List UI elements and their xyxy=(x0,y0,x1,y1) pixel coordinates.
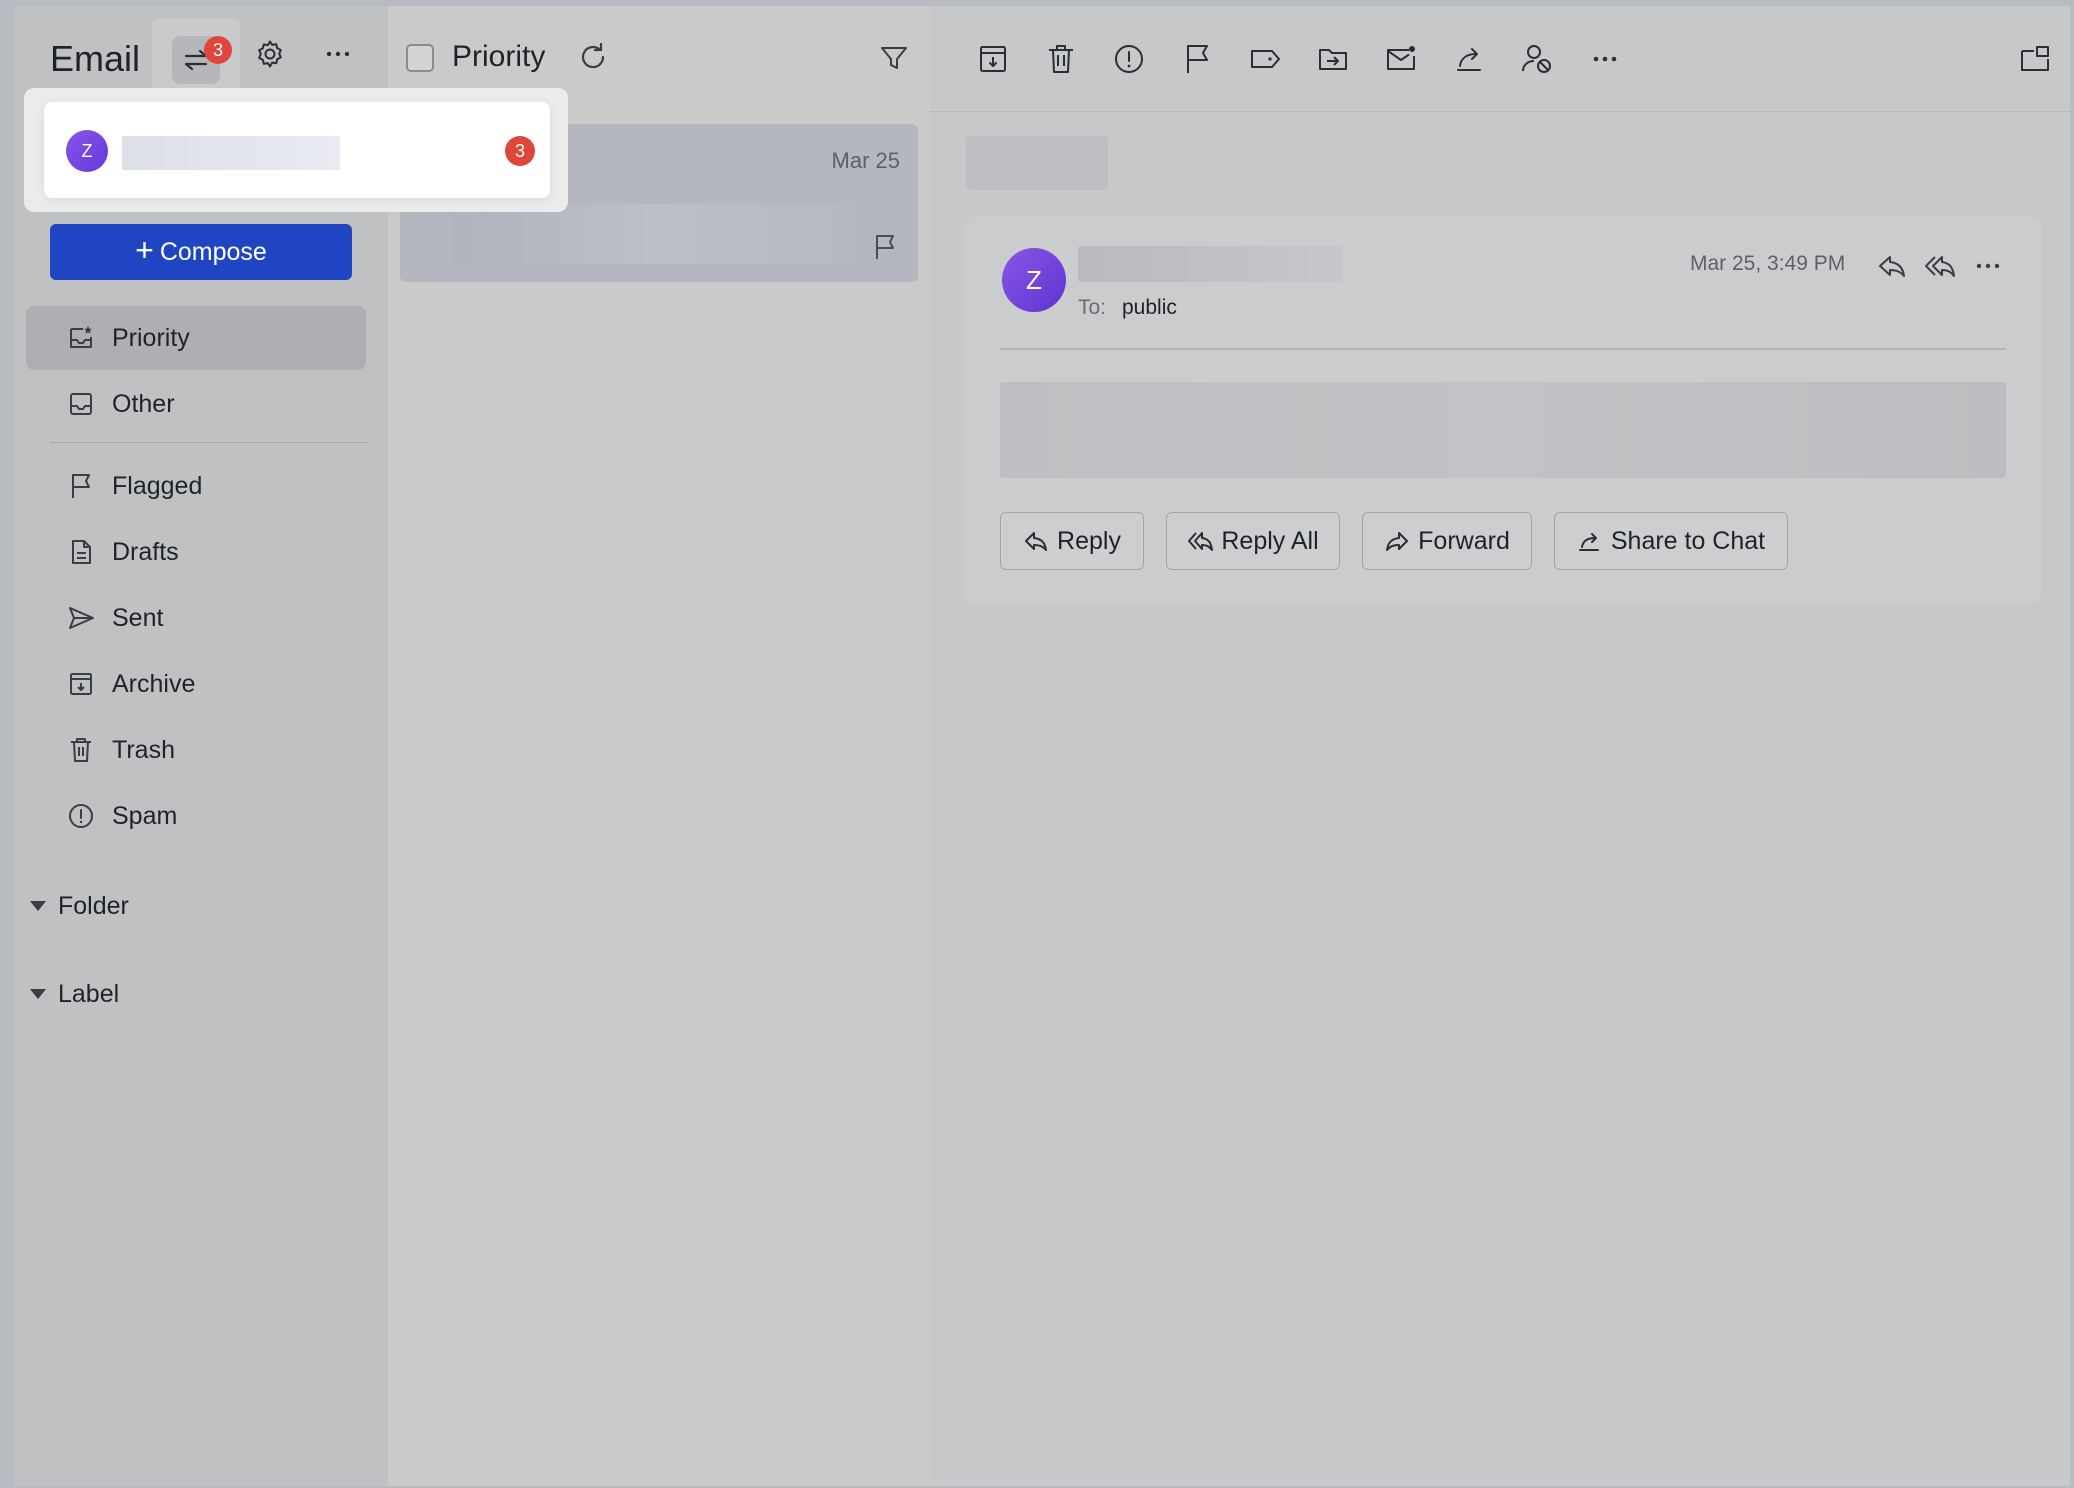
caret-down-icon xyxy=(30,989,46,999)
reading-pane: Z To: public Mar 25, 3:49 PM Reply Reply… xyxy=(930,6,2070,1486)
more-horizontal-icon[interactable] xyxy=(1588,42,1622,76)
archive-icon[interactable] xyxy=(976,42,1010,76)
reply-button[interactable]: Reply xyxy=(1000,512,1144,570)
more-horizontal-icon[interactable] xyxy=(1972,250,2004,282)
sidebar-item-spam[interactable]: Spam xyxy=(26,784,366,848)
recipient-label: To: xyxy=(1078,296,1107,319)
sidebar-item-label: Flagged xyxy=(112,471,203,500)
sidebar-item-trash[interactable]: Trash xyxy=(26,718,366,782)
account-row[interactable]: Z 3 xyxy=(44,102,550,198)
sidebar-item-label: Drafts xyxy=(112,537,179,566)
compose-label: Compose xyxy=(159,237,267,266)
app-title: Email xyxy=(50,38,141,79)
spam-icon xyxy=(69,804,93,828)
reply-all-label: Reply All xyxy=(1221,526,1319,555)
account-popover: Z 3 xyxy=(24,88,568,212)
sidebar-item-label: Other xyxy=(112,389,175,418)
sender-name-redacted xyxy=(1078,246,1342,282)
open-in-new-window-icon[interactable] xyxy=(2018,42,2052,76)
inbox-icon xyxy=(70,393,92,415)
account-name-redacted xyxy=(122,136,340,170)
sidebar-item-sent[interactable]: Sent xyxy=(26,586,366,650)
sidebar-item-label: Spam xyxy=(112,801,178,830)
plus-icon: + xyxy=(135,232,154,268)
sidebar-divider xyxy=(50,442,368,443)
share-to-chat-button[interactable]: Share to Chat xyxy=(1554,512,1788,570)
message-body-redacted xyxy=(1000,382,2006,478)
group-label: Label xyxy=(58,979,120,1008)
group-label: Folder xyxy=(58,891,129,920)
block-sender-icon[interactable] xyxy=(1520,42,1554,76)
unread-badge: 3 xyxy=(505,136,535,166)
recipient-value: public xyxy=(1122,296,1177,319)
trash-icon xyxy=(71,738,91,762)
avatar: Z xyxy=(66,130,108,172)
mail-list-panel: Priority Mar 25 xyxy=(388,6,930,1486)
filter-icon[interactable] xyxy=(878,42,910,74)
sidebar-item-label: Sent xyxy=(112,603,164,632)
share-icon[interactable] xyxy=(1452,42,1486,76)
flag-icon[interactable] xyxy=(1180,42,1214,76)
message-toolbar xyxy=(930,6,2070,112)
account-switcher-wrap: 3 xyxy=(152,18,240,96)
sidebar-item-other[interactable]: Other xyxy=(26,372,366,436)
sidebar-item-priority[interactable]: Priority xyxy=(26,306,366,370)
mark-unread-icon[interactable] xyxy=(1384,42,1418,76)
settings-button[interactable] xyxy=(246,30,294,78)
reply-all-icon xyxy=(1188,532,1214,551)
reply-icon[interactable] xyxy=(1876,250,1908,282)
select-all-checkbox[interactable] xyxy=(406,44,434,72)
reply-all-button[interactable]: Reply All xyxy=(1166,512,1340,570)
sidebar-item-label: Trash xyxy=(112,735,175,764)
reply-label: Reply xyxy=(1057,526,1121,555)
label-tag-icon[interactable] xyxy=(1248,42,1282,76)
label-group-toggle[interactable]: Label xyxy=(30,974,119,1014)
forward-icon xyxy=(1386,532,1409,551)
reply-all-icon[interactable] xyxy=(1924,250,1956,282)
message-timestamp: Mar 25, 3:49 PM xyxy=(1690,252,1846,275)
send-icon xyxy=(69,607,94,629)
reply-icon xyxy=(1025,532,1048,551)
share-icon xyxy=(1578,533,1599,551)
share-to-chat-label: Share to Chat xyxy=(1610,526,1766,555)
more-horizontal-icon xyxy=(326,51,350,57)
forward-button[interactable]: Forward xyxy=(1362,512,1532,570)
mail-preview-redacted xyxy=(452,204,852,264)
sidebar-item-drafts[interactable]: Drafts xyxy=(26,520,366,584)
sidebar-item-label: Archive xyxy=(112,669,196,698)
sidebar: Email 3 + Compose Priority Other Flagged… xyxy=(14,6,388,1486)
compose-button[interactable]: + Compose xyxy=(50,224,352,280)
header-divider xyxy=(1000,348,2006,350)
sidebar-item-flagged[interactable]: Flagged xyxy=(26,454,366,518)
gear-icon xyxy=(258,40,282,68)
caret-down-icon xyxy=(30,901,46,911)
subject-redacted xyxy=(966,136,1108,190)
flag-icon xyxy=(72,474,90,498)
account-badge: 3 xyxy=(204,36,232,64)
priority-inbox-icon xyxy=(70,326,92,348)
email-app: Email 3 + Compose Priority Other Flagged… xyxy=(14,6,2070,1486)
flag-icon[interactable] xyxy=(870,232,900,262)
mail-list-title: Priority xyxy=(452,40,546,73)
archive-icon xyxy=(70,673,92,695)
mail-date: Mar 25 xyxy=(831,148,900,173)
sidebar-item-archive[interactable]: Archive xyxy=(26,652,366,716)
more-button[interactable] xyxy=(314,30,362,78)
draft-icon xyxy=(72,540,91,564)
folder-group-toggle[interactable]: Folder xyxy=(30,886,129,926)
avatar: Z xyxy=(1002,248,1066,312)
trash-icon[interactable] xyxy=(1044,42,1078,76)
message-card: Z To: public Mar 25, 3:49 PM Reply Reply… xyxy=(964,216,2042,604)
move-to-folder-icon[interactable] xyxy=(1316,42,1350,76)
refresh-icon[interactable] xyxy=(576,40,610,74)
forward-label: Forward xyxy=(1418,526,1510,555)
spam-icon[interactable] xyxy=(1112,42,1146,76)
sidebar-item-label: Priority xyxy=(112,323,190,352)
